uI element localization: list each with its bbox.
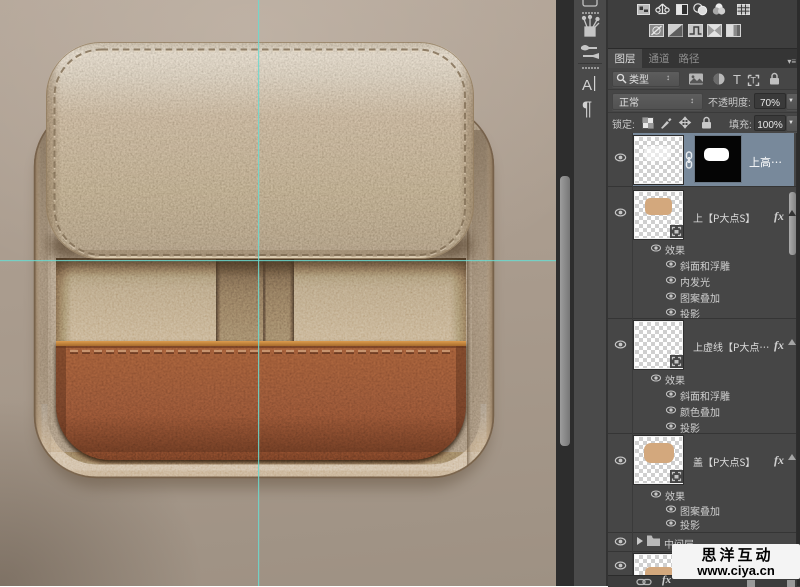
svg-text:A: A (582, 77, 592, 94)
svg-text:¶: ¶ (582, 99, 592, 120)
svg-text:T: T (751, 76, 757, 86)
svg-text:T: T (733, 72, 741, 86)
